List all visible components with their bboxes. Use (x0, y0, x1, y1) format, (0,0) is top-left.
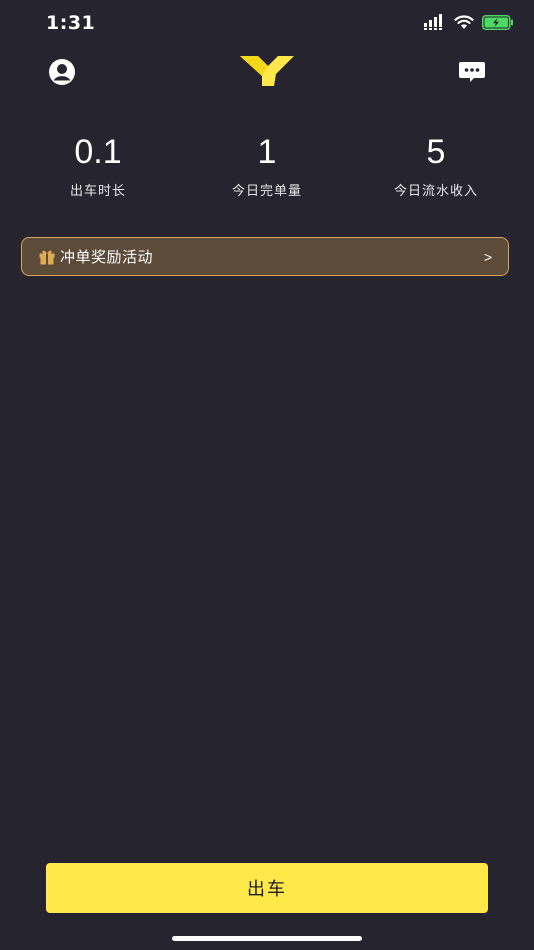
wifi-icon (454, 14, 474, 29)
y-logo-icon (240, 56, 294, 86)
gift-icon (38, 248, 56, 266)
reward-activity-banner[interactable]: 冲单奖励活动 > (21, 237, 509, 276)
home-indicator[interactable] (172, 936, 362, 941)
screen: 1:31 0.1 出车时长 1 今日完单量 5 今日流水收入 冲单奖励活动 > … (0, 0, 534, 950)
stats-row: 0.1 出车时长 1 今日完单量 5 今日流水收入 (0, 132, 534, 199)
stat-income-today: 5 今日流水收入 (338, 132, 534, 199)
battery-icon (482, 14, 514, 30)
app-logo (238, 52, 296, 88)
status-icons (424, 14, 514, 30)
stat-orders-today: 1 今日完单量 (196, 132, 338, 199)
stat-label: 今日流水收入 (393, 184, 478, 199)
stat-drive-duration: 0.1 出车时长 (0, 132, 196, 199)
stat-label: 出车时长 (69, 184, 126, 199)
user-avatar-icon (49, 59, 75, 85)
stat-label: 今日完单量 (231, 184, 302, 199)
chat-bubble-icon (459, 62, 485, 82)
cellular-signal-icon (424, 14, 442, 30)
stat-value: 5 (426, 133, 446, 171)
start-driving-button[interactable]: 出车 (46, 863, 488, 913)
reward-banner-label: 冲单奖励活动 (60, 248, 154, 266)
stat-value: 1 (257, 133, 277, 171)
chevron-right-icon: > (483, 248, 492, 265)
profile-button[interactable] (48, 58, 76, 86)
message-button[interactable] (458, 58, 486, 86)
stat-value: 0.1 (74, 133, 122, 171)
status-time: 1:31 (46, 12, 96, 34)
